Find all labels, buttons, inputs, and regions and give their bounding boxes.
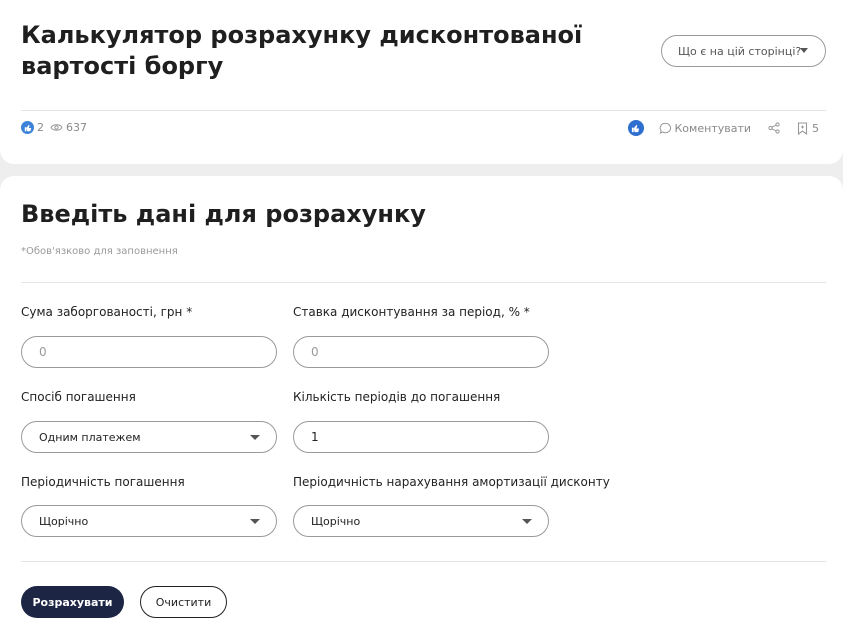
header-card: Калькулятор розрахунку дисконтованої вар… — [0, 0, 843, 164]
chevron-down-icon — [250, 435, 260, 440]
help-dropdown[interactable]: Що є на цій сторінці? — [661, 35, 826, 67]
bookmark-icon — [797, 121, 808, 135]
help-dropdown-label: Що є на цій сторінці? — [678, 44, 802, 58]
form-divider-top — [21, 282, 826, 283]
form-title: Введіть дані для розрахунку — [21, 200, 426, 228]
likes-count: 2 — [37, 121, 44, 134]
repayment-method-value: Одним платежем — [39, 430, 141, 444]
amortization-frequency-select[interactable]: Щорічно — [293, 505, 549, 537]
calculate-button[interactable]: Розрахувати — [21, 586, 124, 618]
debt-amount-placeholder: 0 — [39, 345, 47, 359]
thumbs-up-icon — [21, 121, 34, 134]
article-actions: Коментувати 5 — [627, 120, 819, 136]
discount-rate-placeholder: 0 — [311, 345, 319, 359]
repayment-frequency-label: Періодичність погашення — [21, 475, 185, 489]
thumbs-up-icon — [631, 124, 640, 132]
periods-count-input[interactable]: 1 — [293, 421, 549, 453]
periods-count-value: 1 — [311, 430, 319, 444]
discount-rate-label: Ставка дисконтування за період, % * — [293, 305, 530, 319]
chevron-down-icon — [250, 519, 260, 524]
header-divider — [21, 110, 826, 111]
eye-icon — [50, 123, 63, 132]
comment-label: Коментувати — [674, 121, 752, 135]
amortization-frequency-label: Періодичність нарахування амортизації ди… — [293, 475, 610, 489]
page-title: Калькулятор розрахунку дисконтованої вар… — [21, 21, 583, 80]
like-button[interactable] — [627, 120, 644, 136]
bookmark-button[interactable]: 5 — [797, 122, 819, 135]
form-divider-bottom — [21, 561, 826, 562]
article-stats: 2 637 — [21, 121, 87, 134]
required-note: *Обов'язково для заповнення — [21, 246, 178, 257]
repayment-frequency-select[interactable]: Щорічно — [21, 505, 277, 537]
chevron-down-icon — [522, 519, 532, 524]
comment-button[interactable]: Коментувати — [659, 121, 752, 135]
clear-button[interactable]: Очистити — [140, 586, 227, 618]
share-button[interactable] — [768, 122, 780, 134]
discount-rate-input[interactable]: 0 — [293, 336, 549, 368]
share-icon — [768, 122, 780, 134]
chevron-down-icon — [800, 48, 808, 53]
views-count: 637 — [66, 121, 87, 134]
repayment-frequency-value: Щорічно — [39, 514, 89, 528]
comment-icon — [659, 122, 671, 134]
amortization-frequency-value: Щорічно — [311, 514, 361, 528]
repayment-method-select[interactable]: Одним платежем — [21, 421, 277, 453]
repayment-method-label: Спосіб погашення — [21, 390, 136, 404]
debt-amount-label: Сума заборгованості, грн * — [21, 305, 193, 319]
periods-count-label: Кількість періодів до погашення — [293, 390, 501, 404]
bookmarks-count: 5 — [812, 121, 819, 135]
debt-amount-input[interactable]: 0 — [21, 336, 277, 368]
